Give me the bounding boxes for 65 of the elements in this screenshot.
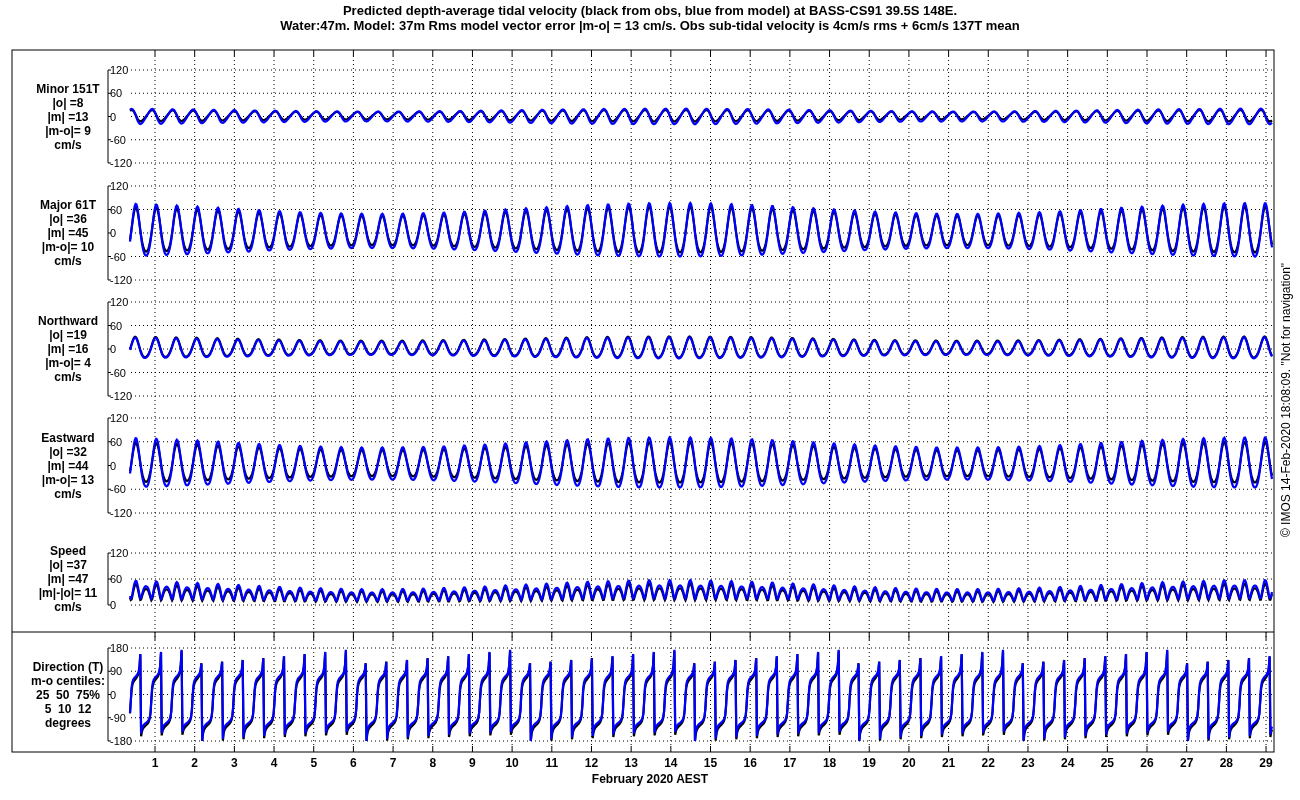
x-tick-label: 25 bbox=[1100, 756, 1114, 770]
y-tick-label: 60 bbox=[110, 87, 123, 100]
x-tick-label: 14 bbox=[664, 756, 678, 770]
y-tick-label: 120 bbox=[110, 412, 129, 424]
y-tick-label: -60 bbox=[110, 366, 126, 379]
y-tick-label: 120 bbox=[110, 547, 129, 559]
chart-title: Predicted depth-average tidal velocity (black from obs, blue from model) at BASS-CS91 39.5S 148E. bbox=[342, 3, 958, 18]
x-tick-label: 23 bbox=[1021, 756, 1035, 770]
timestamp-note: © IMOS 14-Feb-2020 18:08:09. "Not for navigation" bbox=[1279, 262, 1293, 538]
y-tick-label: 120 bbox=[110, 64, 129, 76]
panel-label: Direction (T) m-o centiles: 25 50 75% 5 10 12 degrees bbox=[31, 659, 105, 730]
y-tick-label: 60 bbox=[110, 319, 123, 332]
x-tick-label: 19 bbox=[862, 756, 876, 770]
y-tick-label: 120 bbox=[110, 180, 129, 192]
x-tick-label: 16 bbox=[743, 756, 757, 770]
x-tick-label: 11 bbox=[545, 756, 559, 770]
y-tick-label: 180 bbox=[110, 642, 129, 654]
x-tick-label: 4 bbox=[270, 756, 278, 770]
y-tick-label: -60 bbox=[110, 133, 126, 146]
chart-title: Water:47m. Model: 37m Rms model vector error |m-o| = 13 cm/s. Obs sub-tidal velocity is 4cm/s rms + 6cm/s 137T mean bbox=[280, 18, 1020, 33]
x-tick-label: 3 bbox=[231, 756, 238, 770]
x-tick-label: 26 bbox=[1140, 756, 1154, 770]
x-tick-label: 1 bbox=[151, 756, 159, 770]
y-tick-label: 90 bbox=[110, 665, 123, 678]
panel-label: Major 61T |o| =36 |m| =45 |m-o|= 10 cm/s bbox=[40, 198, 96, 268]
panel-label: Minor 151T |o| =8 |m| =13 |m-o|= 9 cm/s bbox=[36, 81, 100, 152]
x-tick-label: 20 bbox=[902, 756, 916, 770]
y-tick-label: -90 bbox=[110, 711, 126, 724]
x-tick-label: 13 bbox=[624, 756, 638, 770]
x-tick-label: 12 bbox=[584, 756, 599, 770]
y-tick-label: 60 bbox=[110, 573, 123, 585]
x-tick-label: 21 bbox=[941, 756, 956, 770]
y-tick-label: 60 bbox=[110, 203, 123, 216]
x-tick-label: 8 bbox=[429, 756, 437, 770]
x-tick-label: 7 bbox=[389, 756, 397, 770]
y-tick-label: -180 bbox=[110, 735, 133, 747]
y-tick-label: -120 bbox=[110, 507, 133, 519]
y-tick-label: -60 bbox=[110, 250, 126, 263]
x-tick-label: 10 bbox=[505, 756, 519, 770]
panel-label: Northward |o| =19 |m| =16 |m-o|= 4 cm/s bbox=[38, 314, 98, 384]
x-tick-label: 5 bbox=[310, 756, 318, 770]
x-axis-label: February 2020 AEST bbox=[591, 772, 709, 786]
x-tick-label: 2 bbox=[191, 756, 198, 770]
y-tick-label: 60 bbox=[110, 435, 123, 448]
panel-label: Speed |o| =37 |m| =47 |m|-|o|= 11 cm/s bbox=[38, 544, 98, 614]
x-tick-label: 27 bbox=[1180, 756, 1194, 770]
y-tick-label: -120 bbox=[110, 157, 133, 169]
x-tick-label: 29 bbox=[1259, 756, 1273, 770]
y-tick-label: 0 bbox=[110, 343, 117, 355]
y-tick-label: 0 bbox=[110, 227, 117, 239]
y-tick-label: 120 bbox=[110, 296, 129, 308]
x-tick-label: 22 bbox=[981, 756, 995, 770]
y-axis bbox=[107, 552, 112, 606]
x-tick-label: 9 bbox=[469, 756, 476, 770]
y-tick-label: 0 bbox=[110, 599, 117, 611]
panel-label: Eastward |o| =32 |m| =44 |m-o|= 13 cm/s bbox=[41, 430, 95, 501]
x-tick-label: 18 bbox=[822, 756, 837, 770]
x-tick-label: 6 bbox=[350, 756, 357, 770]
y-tick-label: -120 bbox=[110, 274, 133, 286]
x-tick-label: 24 bbox=[1060, 756, 1075, 770]
y-tick-label: -120 bbox=[110, 390, 133, 402]
y-tick-label: -60 bbox=[110, 483, 126, 496]
x-tick-label: 17 bbox=[783, 756, 797, 770]
x-tick-label: 28 bbox=[1219, 756, 1234, 770]
x-tick-label: 15 bbox=[703, 756, 718, 770]
